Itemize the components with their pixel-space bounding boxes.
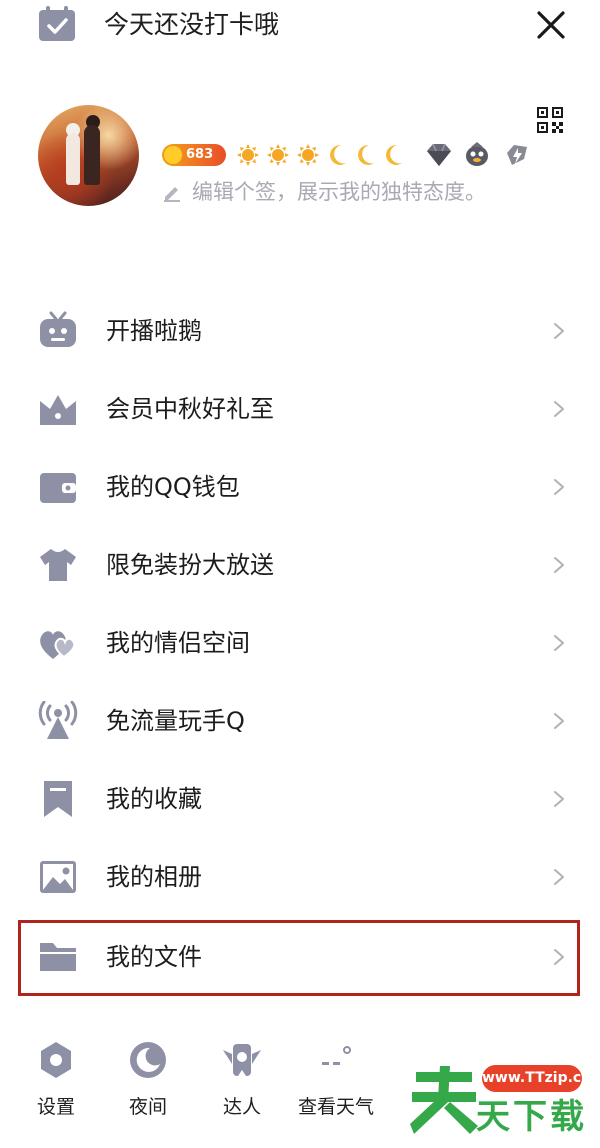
chevron-right-icon bbox=[554, 869, 564, 885]
menu-item-favorites[interactable]: 我的收藏 bbox=[0, 760, 600, 838]
top-bar: 今天还没打卡哦 bbox=[0, 0, 600, 60]
image-icon bbox=[40, 861, 76, 893]
watermark-text: 天下载 bbox=[476, 1097, 587, 1137]
sun-level-icon bbox=[237, 144, 259, 166]
chevron-right-icon bbox=[554, 557, 564, 573]
menu-item-label: 免流量玩手Q bbox=[106, 707, 245, 735]
expert-label: 达人 bbox=[222, 1096, 261, 1118]
menu-item-vip-gift[interactable]: 会员中秋好礼至 bbox=[0, 370, 600, 448]
tv-robot-icon bbox=[40, 311, 76, 347]
weather-label: 查看天气 bbox=[297, 1096, 374, 1118]
weather-icon bbox=[322, 1046, 351, 1065]
settings-button[interactable]: 设置 bbox=[16, 1040, 96, 1130]
chevron-right-icon bbox=[554, 323, 564, 339]
moon-icon bbox=[130, 1042, 166, 1078]
chevron-right-icon bbox=[554, 479, 564, 495]
expert-button[interactable]: 达人 bbox=[202, 1040, 282, 1130]
signal-tower-icon bbox=[38, 701, 78, 739]
menu-item-label: 限免装扮大放送 bbox=[106, 551, 274, 579]
menu-item-couple-space[interactable]: 我的情侣空间 bbox=[0, 604, 600, 682]
menu-item-label: 我的收藏 bbox=[106, 785, 202, 813]
bookmark-icon bbox=[44, 781, 72, 817]
coin-icon bbox=[163, 145, 183, 165]
lightning-badge-icon[interactable] bbox=[502, 141, 532, 169]
weather-button[interactable]: 查看天气 bbox=[296, 1040, 376, 1130]
menu-item-wallet[interactable]: 我的QQ钱包 bbox=[0, 448, 600, 526]
chevron-right-icon bbox=[554, 401, 564, 417]
level-badge[interactable]: 683 bbox=[162, 144, 226, 166]
settings-icon bbox=[41, 1042, 71, 1078]
watermark-logo bbox=[410, 1062, 478, 1136]
hearts-icon bbox=[40, 631, 76, 659]
sun-level-icon bbox=[267, 144, 289, 166]
crown-icon bbox=[40, 395, 76, 425]
wallet-icon bbox=[40, 473, 76, 503]
menu-item-label: 我的QQ钱包 bbox=[106, 473, 240, 501]
tshirt-icon bbox=[40, 549, 76, 581]
chevron-right-icon bbox=[554, 713, 564, 729]
menu-item-label: 我的情侣空间 bbox=[106, 629, 250, 657]
level-number: 683 bbox=[186, 147, 214, 162]
badge-wings-icon bbox=[223, 1044, 261, 1076]
checkin-status-text[interactable]: 今天还没打卡哦 bbox=[104, 8, 279, 42]
night-mode-button[interactable]: 夜间 bbox=[108, 1040, 188, 1130]
chevron-right-icon bbox=[554, 635, 564, 651]
menu-item-label: 会员中秋好礼至 bbox=[106, 395, 274, 423]
highlight-annotation-box bbox=[18, 920, 580, 996]
watermark-url: www.TTzip.com bbox=[482, 1065, 600, 1092]
moon-level-icon bbox=[386, 144, 402, 165]
menu-item-album[interactable]: 我的相册 bbox=[0, 838, 600, 916]
menu-item-free-data[interactable]: 免流量玩手Q bbox=[0, 682, 600, 760]
signature-field[interactable]: 编辑个签，展示我的独特态度。 bbox=[192, 178, 486, 206]
moon-level-icon bbox=[330, 144, 346, 165]
menu-item-label: 我的相册 bbox=[106, 863, 202, 891]
moon-level-icon bbox=[358, 144, 374, 165]
qr-code-icon[interactable] bbox=[536, 106, 564, 134]
close-icon[interactable] bbox=[534, 8, 568, 42]
sun-level-icon bbox=[297, 144, 319, 166]
settings-label: 设置 bbox=[36, 1096, 75, 1118]
calendar-check-icon[interactable] bbox=[38, 6, 76, 42]
chevron-right-icon bbox=[554, 791, 564, 807]
penguin-badge-icon[interactable] bbox=[462, 141, 492, 169]
pencil-icon bbox=[164, 187, 180, 202]
menu-item-live[interactable]: 开播啦鹅 bbox=[0, 292, 600, 370]
avatar[interactable] bbox=[38, 105, 139, 206]
menu-item-costume[interactable]: 限免装扮大放送 bbox=[0, 526, 600, 604]
menu-item-label: 开播啦鹅 bbox=[106, 317, 202, 345]
night-mode-label: 夜间 bbox=[128, 1096, 167, 1118]
vip-diamond-icon[interactable] bbox=[424, 141, 454, 169]
